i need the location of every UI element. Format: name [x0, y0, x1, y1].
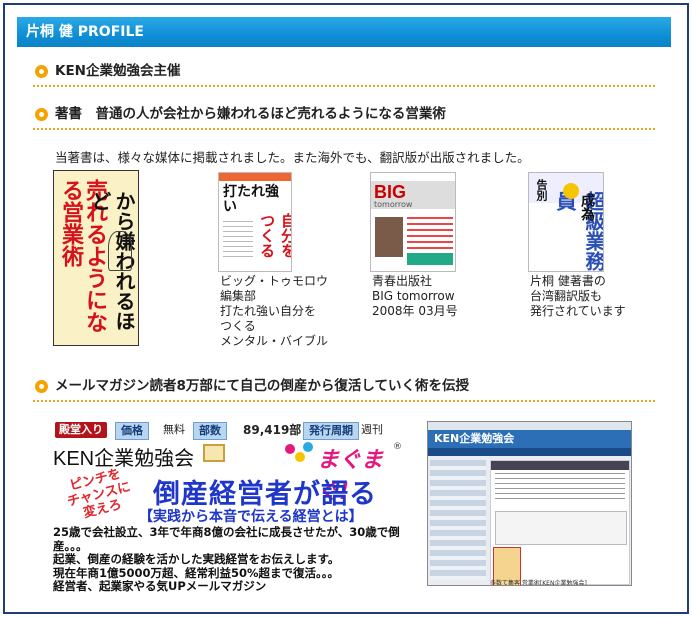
logo-registered: ®	[393, 442, 402, 452]
mail-magazine-banner[interactable]: 殿堂入り 価格 無料 部数 89,419部 発行周期 週刊 KEN企業勉強会 ま…	[53, 420, 419, 598]
book-caption: 青春出版社 BIG tomorrow 2008年 03月号	[372, 274, 458, 318]
price-label: 価格	[115, 422, 149, 440]
section-books: 著書 普通の人が会社から嫌われるほど売れるようになる営業術	[33, 100, 655, 130]
cover-lines	[223, 221, 253, 261]
book-cover-main[interactable]: 売れるようになる営業術 普通の人が会社から嫌われるほど	[53, 170, 139, 346]
cover-title: 打たれ強い	[223, 184, 279, 215]
shot-top-bar	[428, 422, 631, 430]
figure-illustration-icon	[108, 231, 132, 271]
books-intro: 当著書は、様々な媒体に掲載されました。また海外でも、翻訳版が出版されました。	[55, 150, 530, 165]
book-icon	[203, 444, 225, 462]
cover-text-lines	[407, 217, 453, 251]
section-heading: 著書 普通の人が会社から嫌われるほど売れるようになる営業術	[55, 106, 446, 122]
shot-form-box	[495, 511, 627, 545]
shot-main-head	[491, 461, 629, 470]
practical-management-subtitle: 【実践から本音で伝える経営とは】	[139, 509, 363, 525]
count-value: 89,419部	[243, 423, 302, 437]
cover-text-3: 成為	[579, 193, 595, 221]
bullet-icon	[35, 65, 48, 78]
cycle-value: 週刊	[361, 423, 383, 436]
logo-dot-blue	[303, 442, 313, 452]
shot-nav	[428, 448, 631, 456]
shot-text-lines	[495, 473, 625, 503]
section-heading: KEN企業勉強会主催	[55, 63, 181, 79]
book-cover-taiwan-edition[interactable]: 告別 超級業務員 成為	[528, 172, 604, 272]
count-label: 部数	[193, 422, 227, 440]
logo-dot-pink	[285, 444, 295, 454]
shot-main	[490, 460, 630, 585]
cover-subtitle: 自分をつくる	[258, 213, 292, 258]
cover-photo	[375, 217, 403, 257]
cover-tomorrow: tomorrow	[374, 200, 413, 209]
cycle-label: 発行周期	[303, 422, 359, 440]
book-cover-big-tomorrow-editorial[interactable]: 打たれ強い 自分をつくる	[218, 172, 292, 272]
shot-banner: KEN企業勉強会	[428, 430, 631, 448]
mag2-logo: まぐまぐ! ®	[283, 440, 413, 505]
magazine-description: 25歳で会社設立、3年で年商8億の会社に成長させたが、30歳で倒産。。。 起業、…	[53, 525, 400, 593]
bullet-icon	[35, 380, 48, 393]
book-caption: 片桐 健著書の 台湾翻訳版も 発行されています	[530, 274, 626, 318]
shot-footer: 多数て集客 営業術[KEN企業勉強会]	[490, 580, 587, 586]
mag2-page-screenshot[interactable]: KEN企業勉強会 多数て集客 営業術[KEN企業勉強会]	[427, 421, 632, 586]
cover-bar	[407, 253, 453, 265]
hall-of-fame-badge: 殿堂入り	[55, 422, 107, 438]
magazine-cover-big-tomorrow[interactable]: BIG tomorrow	[370, 172, 456, 272]
book-caption: ビッグ・トゥモロウ 編集部 打たれ強い自分を つくる メンタル・バイブル	[220, 274, 329, 348]
section-mail-magazine: メールマガジン読者8万部にて自己の倒産から復活していく術を伝授	[33, 372, 655, 402]
section-ken-seminar: KEN企業勉強会主催	[33, 57, 655, 87]
bullet-icon	[35, 108, 48, 121]
profile-header: 片桐 健 PROFILE	[17, 17, 671, 47]
cover-text-1: 告別	[535, 179, 548, 201]
logo-dot-yellow	[295, 452, 305, 462]
profile-title: 片桐 健 PROFILE	[26, 24, 144, 40]
price-value: 無料	[163, 423, 185, 436]
section-heading: メールマガジン読者8万部にて自己の倒産から復活していく術を伝授	[55, 378, 469, 394]
cover-band	[219, 173, 291, 181]
shot-sidebar	[430, 460, 486, 580]
